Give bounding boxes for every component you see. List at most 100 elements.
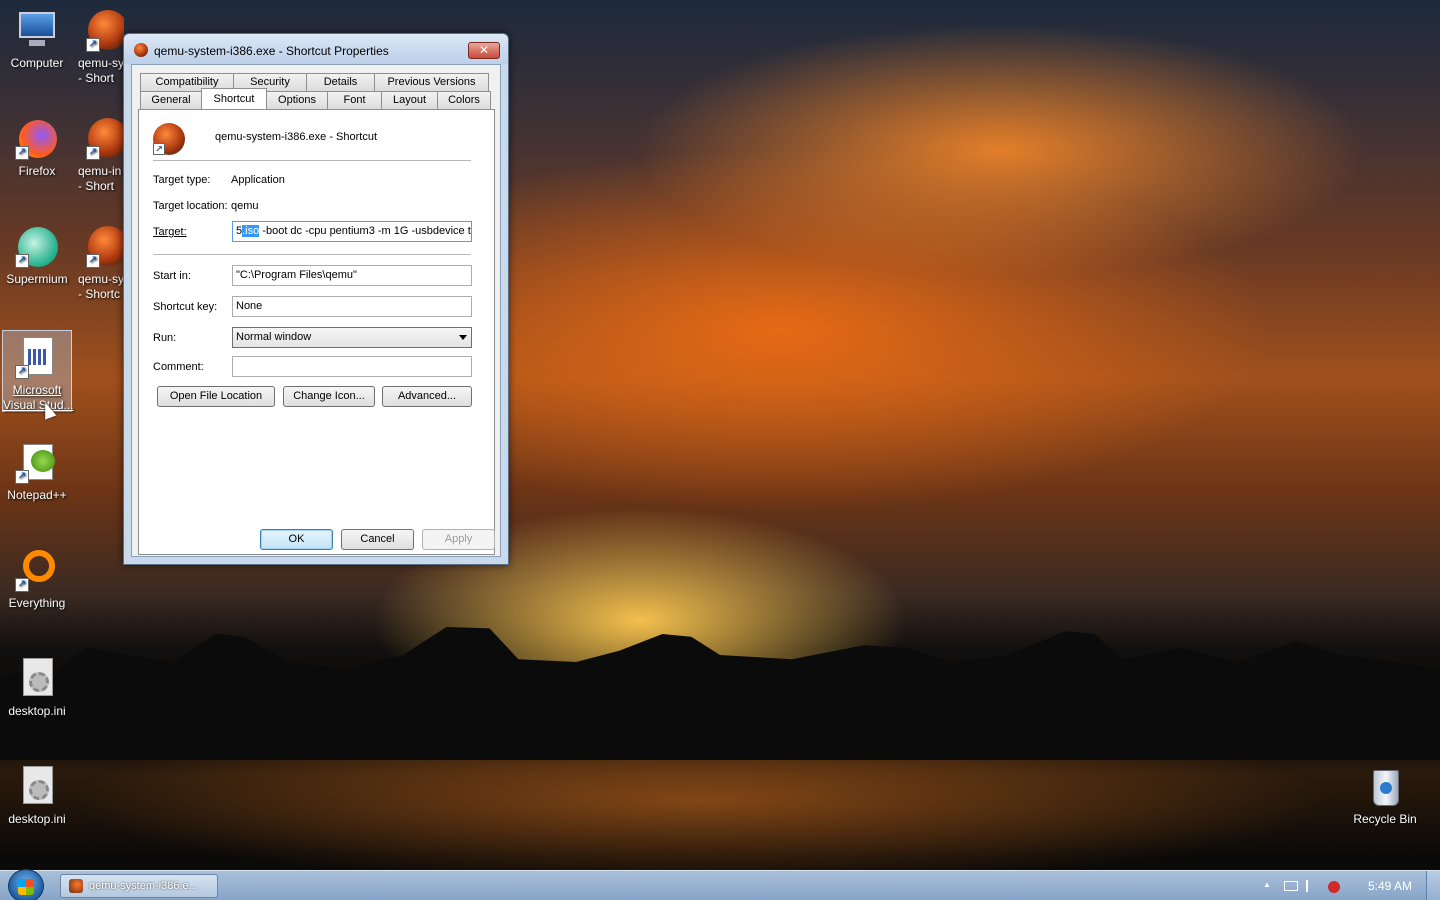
tab-shortcut[interactable]: Shortcut (201, 88, 267, 109)
show-desktop-button[interactable] (1426, 871, 1440, 900)
start-in-label: Start in: (153, 270, 191, 282)
desktop-icon-label: Computer (10, 56, 64, 70)
desktop-icon-qemu-img[interactable]: ↗ qemu-in - Short (72, 110, 124, 194)
shortcut-arrow-icon: ↗ (15, 365, 29, 379)
visual-studio-icon: ↗ (15, 335, 59, 379)
qemu-icon: ↗ (86, 116, 124, 160)
shortcut-arrow-icon: ↗ (15, 146, 29, 160)
desktop-icon-firefox[interactable]: ↗ Firefox (2, 110, 72, 179)
desktop-icon-desktop-ini[interactable]: desktop.ini (2, 650, 72, 719)
shortcut-arrow-icon: ↗ (86, 254, 100, 268)
tab-details[interactable]: Details (306, 73, 375, 91)
shortcut-arrow-icon: ↗ (86, 38, 100, 52)
comment-label: Comment: (153, 361, 204, 373)
settings-file-icon (15, 656, 59, 700)
comment-input[interactable] (232, 356, 472, 377)
dialog-titlebar[interactable]: qemu-system-i386.exe - Shortcut Properti… (124, 34, 508, 64)
show-hidden-icons-icon[interactable]: ▲ (1260, 880, 1274, 892)
target-text-rest: -boot dc -cpu pentium3 -m 1G -usbdevice … (259, 225, 472, 237)
target-label: Target: (153, 226, 187, 238)
desktop-icon-label: qemu-sy (78, 56, 124, 70)
desktop-icon-label: Microsoft (12, 383, 62, 397)
open-file-location-button[interactable]: Open File Location (157, 386, 275, 407)
tab-row-2: General Shortcut Options Font Layout Col… (140, 88, 491, 109)
target-input[interactable]: 5.iso -boot dc -cpu pentium3 -m 1G -usbd… (232, 221, 472, 242)
desktop-icon-notepadpp[interactable]: ↗ Notepad++ (2, 434, 72, 503)
volume-muted-icon[interactable] (1328, 881, 1340, 893)
notepadpp-icon: ↗ (15, 440, 59, 484)
tab-options[interactable]: Options (266, 91, 328, 109)
change-icon-button[interactable]: Change Icon... (283, 386, 375, 407)
shortcut-properties-dialog: qemu-system-i386.exe - Shortcut Properti… (123, 33, 509, 565)
qemu-icon: ↗ (153, 123, 185, 155)
desktop-icon-label: qemu-in (78, 164, 122, 178)
start-button[interactable] (8, 869, 44, 900)
start-in-input[interactable]: "C:\Program Files\qemu" (232, 265, 472, 286)
taskbar-item-label: qemu-system-i386.e... (89, 880, 198, 892)
qemu-icon (69, 879, 83, 893)
tab-general[interactable]: General (140, 91, 202, 109)
desktop-icon-label: qemu-sy (78, 272, 124, 286)
desktop-icon-everything[interactable]: ↗ Everything (2, 542, 72, 611)
desktop-icon-supermium[interactable]: ↗ Supermium (2, 218, 72, 287)
shortcut-key-input[interactable]: None (232, 296, 472, 317)
desktop-icon-label: Everything (8, 596, 66, 610)
run-select[interactable]: Normal window (232, 327, 472, 348)
desktop-icon-recycle-bin[interactable]: Recycle Bin (1350, 758, 1420, 827)
desktop-icon-computer[interactable]: Computer (2, 2, 72, 71)
shortcut-arrow-icon: ↗ (153, 143, 165, 155)
shortcut-key-label: Shortcut key: (153, 301, 218, 313)
dialog-body: Compatibility Security Details Previous … (131, 64, 501, 557)
tab-previous-versions[interactable]: Previous Versions (374, 73, 489, 91)
action-center-flag-icon[interactable] (1306, 880, 1316, 892)
cancel-button[interactable]: Cancel (341, 529, 414, 550)
shortcut-arrow-icon: ↗ (15, 254, 29, 268)
divider (153, 160, 471, 161)
supermium-icon: ↗ (15, 224, 59, 268)
target-type-label: Target type: (153, 174, 211, 186)
tab-layout[interactable]: Layout (381, 91, 438, 109)
apply-button[interactable]: Apply (422, 529, 495, 550)
shortcut-name: qemu-system-i386.exe - Shortcut (215, 131, 378, 143)
close-button[interactable]: ✕ (468, 42, 500, 59)
ok-button[interactable]: OK (260, 529, 333, 550)
desktop-icon-visual-studio[interactable]: ↗ Microsoft Visual Stud... (2, 330, 74, 412)
everything-icon: ↗ (15, 548, 59, 592)
shortcut-arrow-icon: ↗ (15, 470, 29, 484)
target-type-value: Application (231, 174, 285, 186)
desktop-icon-label: - Shortc (78, 287, 121, 301)
desktop-icon-label: - Short (78, 179, 115, 193)
run-label: Run: (153, 332, 177, 344)
shortcut-tab-panel: ↗ qemu-system-i386.exe - Shortcut Target… (138, 109, 495, 555)
qemu-icon: ↗ (86, 224, 124, 268)
run-select-value: Normal window (236, 331, 312, 343)
tab-font[interactable]: Font (327, 91, 382, 109)
desktop-icon-qemu-system-2[interactable]: ↗ qemu-sy - Shortc (72, 218, 124, 302)
advanced-button[interactable]: Advanced... (382, 386, 472, 407)
desktop-icon-label: desktop.ini (8, 812, 66, 826)
firefox-icon: ↗ (15, 116, 59, 160)
wallpaper-skyline (0, 627, 1440, 760)
desktop-icon-label: Notepad++ (7, 488, 67, 502)
desktop-icon-desktop-ini-2[interactable]: desktop.ini (2, 758, 72, 827)
system-clock[interactable]: 5:49 AM (1368, 879, 1412, 893)
tab-row-1: Compatibility Security Details Previous … (140, 73, 489, 91)
taskbar: qemu-system-i386.e... ▲ 5:49 AM (0, 869, 1440, 900)
desktop-icon-label: Supermium (6, 272, 68, 286)
qemu-icon (134, 43, 148, 57)
desktop-icon-label: desktop.ini (8, 704, 66, 718)
computer-icon (15, 8, 59, 52)
desktop-icon-qemu-system[interactable]: ↗ qemu-sy - Short (72, 2, 124, 86)
system-tray: ▲ 5:49 AM (1240, 871, 1440, 900)
dialog-title: qemu-system-i386.exe - Shortcut Properti… (154, 44, 389, 58)
recycle-bin-icon (1363, 764, 1407, 808)
windows-logo-icon (18, 879, 34, 895)
desktop-icon-label: Visual Stud... (3, 398, 74, 412)
target-location-label: Target location: (153, 200, 228, 212)
network-icon[interactable] (1284, 881, 1298, 891)
taskbar-item-qemu-properties[interactable]: qemu-system-i386.e... (60, 874, 218, 898)
desktop-icon-label: Recycle Bin (1353, 812, 1417, 826)
tab-colors[interactable]: Colors (437, 91, 491, 109)
chevron-down-icon (459, 335, 467, 340)
shortcut-arrow-icon: ↗ (15, 578, 29, 592)
